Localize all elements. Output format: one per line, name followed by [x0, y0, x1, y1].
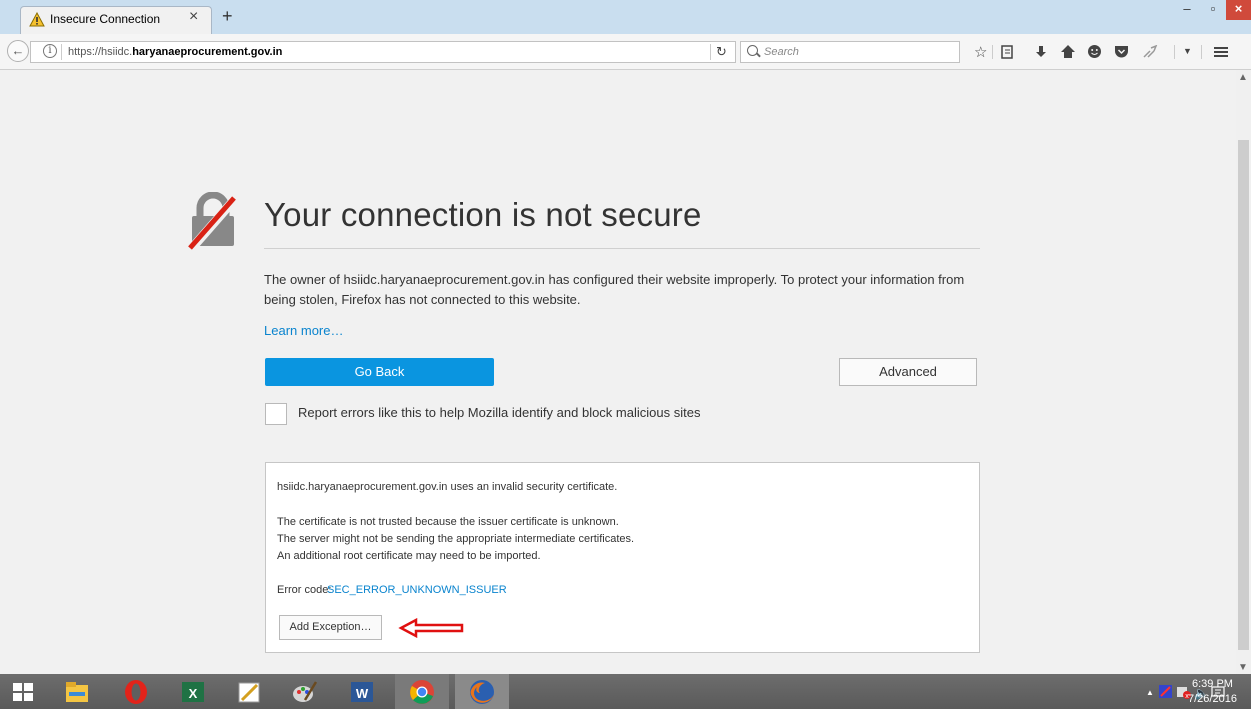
- opera-icon[interactable]: [122, 678, 150, 706]
- site-info-icon[interactable]: i: [43, 44, 57, 58]
- home-icon[interactable]: [1060, 44, 1076, 59]
- scrollbar-thumb[interactable]: [1238, 140, 1249, 650]
- paint-icon[interactable]: [235, 678, 263, 706]
- error-code-label: Error code:: [277, 584, 332, 596]
- error-description: The owner of hsiidc.haryanaeprocurement.…: [264, 272, 965, 307]
- details-line: hsiidc.haryanaeprocurement.gov.in uses a…: [277, 481, 618, 493]
- file-explorer-icon[interactable]: [63, 678, 91, 706]
- url-prefix: https://hsiidc.: [68, 46, 133, 58]
- url-domain: haryanaeprocurement.gov.in: [132, 46, 283, 58]
- chrome-icon[interactable]: [408, 678, 436, 706]
- excel-icon[interactable]: X: [179, 678, 207, 706]
- firefox-icon[interactable]: [468, 678, 496, 706]
- pocket-icon[interactable]: [1114, 45, 1129, 59]
- close-window-button[interactable]: ×: [1226, 0, 1251, 20]
- tab-close-icon[interactable]: ×: [189, 8, 198, 26]
- star-icon[interactable]: ☆: [974, 43, 987, 61]
- scroll-down-icon[interactable]: ▼: [1238, 662, 1248, 673]
- windows-start-icon[interactable]: [12, 682, 34, 702]
- toolbar-separator: [992, 45, 993, 59]
- learn-more-link[interactable]: Learn more…: [264, 323, 343, 338]
- warning-icon: [29, 12, 45, 27]
- tray-expand-icon[interactable]: ▲: [1146, 688, 1154, 697]
- clock-time[interactable]: 6:39 PM: [1192, 678, 1233, 690]
- details-line: The server might not be sending the appr…: [277, 533, 635, 545]
- addon-icon[interactable]: [1142, 45, 1158, 59]
- advanced-button[interactable]: Advanced: [839, 358, 977, 386]
- new-tab-button[interactable]: +: [222, 6, 233, 27]
- svg-text:X: X: [189, 686, 198, 701]
- maximize-button[interactable]: ▫: [1200, 0, 1226, 20]
- back-button[interactable]: ←: [7, 40, 29, 62]
- error-code-link[interactable]: SEC_ERROR_UNKNOWN_ISSUER: [327, 584, 507, 596]
- page-title: Your connection is not secure: [264, 196, 702, 233]
- toolbar-separator: [1201, 45, 1202, 59]
- details-line: The certificate is not trusted because t…: [277, 516, 619, 528]
- overflow-chevron-icon[interactable]: ▼: [1183, 46, 1192, 56]
- search-input[interactable]: Search: [764, 46, 799, 58]
- hello-icon[interactable]: [1087, 44, 1102, 59]
- word-icon[interactable]: W: [348, 678, 376, 706]
- url-separator: [61, 44, 62, 60]
- download-icon[interactable]: [1034, 45, 1048, 59]
- reload-icon[interactable]: ↻: [716, 44, 727, 60]
- url-text[interactable]: https://hsiidc.haryanaeprocurement.gov.i…: [68, 46, 282, 58]
- red-arrow-annotation-icon: [398, 618, 464, 638]
- toolbar-separator: [1174, 45, 1175, 59]
- details-line: An additional root certificate may need …: [277, 550, 541, 562]
- paint-brush-icon[interactable]: [291, 678, 319, 706]
- reload-separator: [710, 44, 711, 60]
- heading-divider: [264, 248, 980, 249]
- minimize-button[interactable]: –: [1174, 0, 1200, 20]
- add-exception-button[interactable]: Add Exception…: [279, 615, 382, 640]
- menu-icon[interactable]: [1213, 45, 1229, 59]
- svg-text:W: W: [356, 686, 369, 701]
- tab-title: Insecure Connection: [50, 12, 161, 26]
- scroll-up-icon[interactable]: ▲: [1238, 72, 1248, 83]
- go-back-button[interactable]: Go Back: [265, 358, 494, 386]
- report-errors-checkbox[interactable]: [265, 403, 287, 425]
- report-errors-label: Report errors like this to help Mozilla …: [298, 405, 701, 420]
- reading-list-icon[interactable]: [1000, 45, 1014, 59]
- broken-lock-icon: [188, 192, 238, 250]
- clock-date[interactable]: 7/26/2016: [1188, 693, 1237, 705]
- tray-app-icon[interactable]: [1158, 684, 1173, 699]
